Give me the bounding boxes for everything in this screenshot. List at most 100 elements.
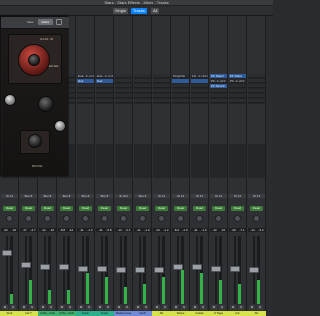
insert-slot[interactable] <box>134 79 151 83</box>
insert-slot[interactable] <box>134 89 151 93</box>
insert-slot[interactable] <box>96 84 113 88</box>
pan-knob[interactable] <box>101 215 108 222</box>
mute-button[interactable]: M <box>59 305 65 310</box>
insert-slot[interactable] <box>229 94 246 98</box>
insert-slot[interactable] <box>134 94 151 98</box>
channel-strip[interactable]: St 14 Read -14 -3.4 M S Sh <box>247 16 266 316</box>
output-selector[interactable]: Bus 8 <box>96 194 113 198</box>
track-name[interactable]: References <box>114 311 133 316</box>
left-knob[interactable] <box>4 94 16 106</box>
fader-track[interactable] <box>196 236 198 304</box>
mute-button[interactable]: M <box>154 305 160 310</box>
automation-mode-button[interactable]: Read <box>3 206 16 211</box>
channel-strip[interactable]: PingChlo St 14 Read -8.2 -1.0 M S Stripe <box>171 16 190 316</box>
track-name[interactable]: Funk <box>95 311 114 316</box>
pan-knob[interactable] <box>6 215 13 222</box>
automation-mode-button[interactable]: Read <box>79 206 92 211</box>
all-view-button[interactable]: All <box>151 8 160 14</box>
track-name[interactable]: Guitar <box>190 311 209 316</box>
plugin-insert[interactable]: PF...it +0.0 <box>229 79 246 83</box>
insert-slot[interactable] <box>191 84 208 88</box>
volume-fader[interactable] <box>249 267 259 273</box>
volume-fader[interactable] <box>116 267 126 273</box>
insert-slot[interactable] <box>248 79 265 83</box>
volume-fader[interactable] <box>97 266 107 272</box>
middle-knob[interactable] <box>38 96 54 112</box>
channel-strip[interactable]: Ena...It +1.0 Noir Bus 8 Read -11 -0.8 M S Funk <box>95 16 114 316</box>
send-area[interactable] <box>77 144 94 178</box>
insert-slot[interactable] <box>172 84 189 88</box>
track-name[interactable]: 2 Pla...Kick <box>38 311 57 316</box>
insert-slot[interactable] <box>153 94 170 98</box>
mute-button[interactable]: M <box>40 305 46 310</box>
insert-slot[interactable] <box>77 94 94 98</box>
output-selector[interactable]: St 14 <box>153 194 170 198</box>
pan-knob[interactable] <box>177 215 184 222</box>
output-selector[interactable]: St 14 <box>229 194 246 198</box>
pan-knob[interactable] <box>25 215 32 222</box>
insert-slot[interactable] <box>210 89 227 93</box>
automation-mode-button[interactable]: Read <box>231 206 244 211</box>
track-name[interactable]: Sh <box>152 311 171 316</box>
channel-strip[interactable]: St 14 Read -13 -1.2 M S Sh <box>152 16 171 316</box>
solo-button[interactable]: S <box>257 305 263 310</box>
fader-track[interactable] <box>63 236 65 304</box>
insert-slot[interactable] <box>153 89 170 93</box>
insert-slot[interactable] <box>77 99 94 103</box>
fader-track[interactable] <box>6 236 8 304</box>
automation-mode-button[interactable]: Read <box>98 206 111 211</box>
insert-slot[interactable] <box>172 89 189 93</box>
insert-slot[interactable] <box>248 94 265 98</box>
fader-track[interactable] <box>177 236 179 304</box>
volume-fader[interactable] <box>40 264 50 270</box>
volume-fader[interactable] <box>192 264 202 270</box>
insert-slot[interactable] <box>229 89 246 93</box>
automation-mode-button[interactable]: Read <box>193 206 206 211</box>
mute-button[interactable]: M <box>116 305 122 310</box>
mute-button[interactable]: M <box>21 305 27 310</box>
insert-slot[interactable] <box>153 74 170 78</box>
bottom-knob[interactable] <box>28 134 42 148</box>
send-area[interactable] <box>248 144 265 178</box>
send-area[interactable] <box>229 144 246 178</box>
solo-button[interactable]: S <box>10 305 16 310</box>
send-area[interactable] <box>134 144 151 178</box>
insert-slot[interactable] <box>153 84 170 88</box>
right-knob[interactable] <box>54 120 66 132</box>
pan-knob[interactable] <box>63 215 70 222</box>
link-icon[interactable] <box>56 19 62 25</box>
insert-slot[interactable] <box>153 99 170 103</box>
plugin-insert[interactable]: Ena...It +1.0 <box>77 74 94 78</box>
plugin-window[interactable]: View Editor GAIN IN EDGE DRIVE <box>0 16 69 176</box>
mute-button[interactable]: M <box>2 305 8 310</box>
solo-button[interactable]: S <box>105 305 111 310</box>
automation-mode-button[interactable]: Read <box>60 206 73 211</box>
solo-button[interactable]: S <box>86 305 92 310</box>
track-name[interactable]: Z Tags <box>209 311 228 316</box>
track-name[interactable]: Stripe <box>171 311 190 316</box>
plugin-insert[interactable]: PF...it +0.0 <box>210 79 227 83</box>
insert-slot[interactable] <box>172 94 189 98</box>
solo-button[interactable]: S <box>124 305 130 310</box>
mute-button[interactable]: M <box>78 305 84 310</box>
track-name[interactable]: Ind 7 <box>19 311 38 316</box>
output-selector[interactable]: Bus 8 <box>39 194 56 198</box>
insert-slot[interactable] <box>210 99 227 103</box>
plugin-insert[interactable] <box>115 74 132 78</box>
pan-knob[interactable] <box>82 215 89 222</box>
plugin-insert[interactable]: PingChlo <box>172 74 189 78</box>
solo-button[interactable]: S <box>29 305 35 310</box>
mute-button[interactable]: M <box>192 305 198 310</box>
plugin-insert[interactable] <box>134 74 151 78</box>
pan-knob[interactable] <box>196 215 203 222</box>
insert-slot[interactable] <box>77 89 94 93</box>
insert-slot[interactable] <box>248 84 265 88</box>
plugin-insert[interactable]: Noir <box>96 79 113 83</box>
insert-slot[interactable] <box>229 84 246 88</box>
pan-knob[interactable] <box>120 215 127 222</box>
pan-knob[interactable] <box>139 215 146 222</box>
plugin-insert[interactable] <box>191 79 208 83</box>
insert-slot[interactable] <box>191 94 208 98</box>
track-name[interactable]: Sh <box>247 311 266 316</box>
plugin-insert[interactable]: Ena...It +1.0 <box>96 74 113 78</box>
